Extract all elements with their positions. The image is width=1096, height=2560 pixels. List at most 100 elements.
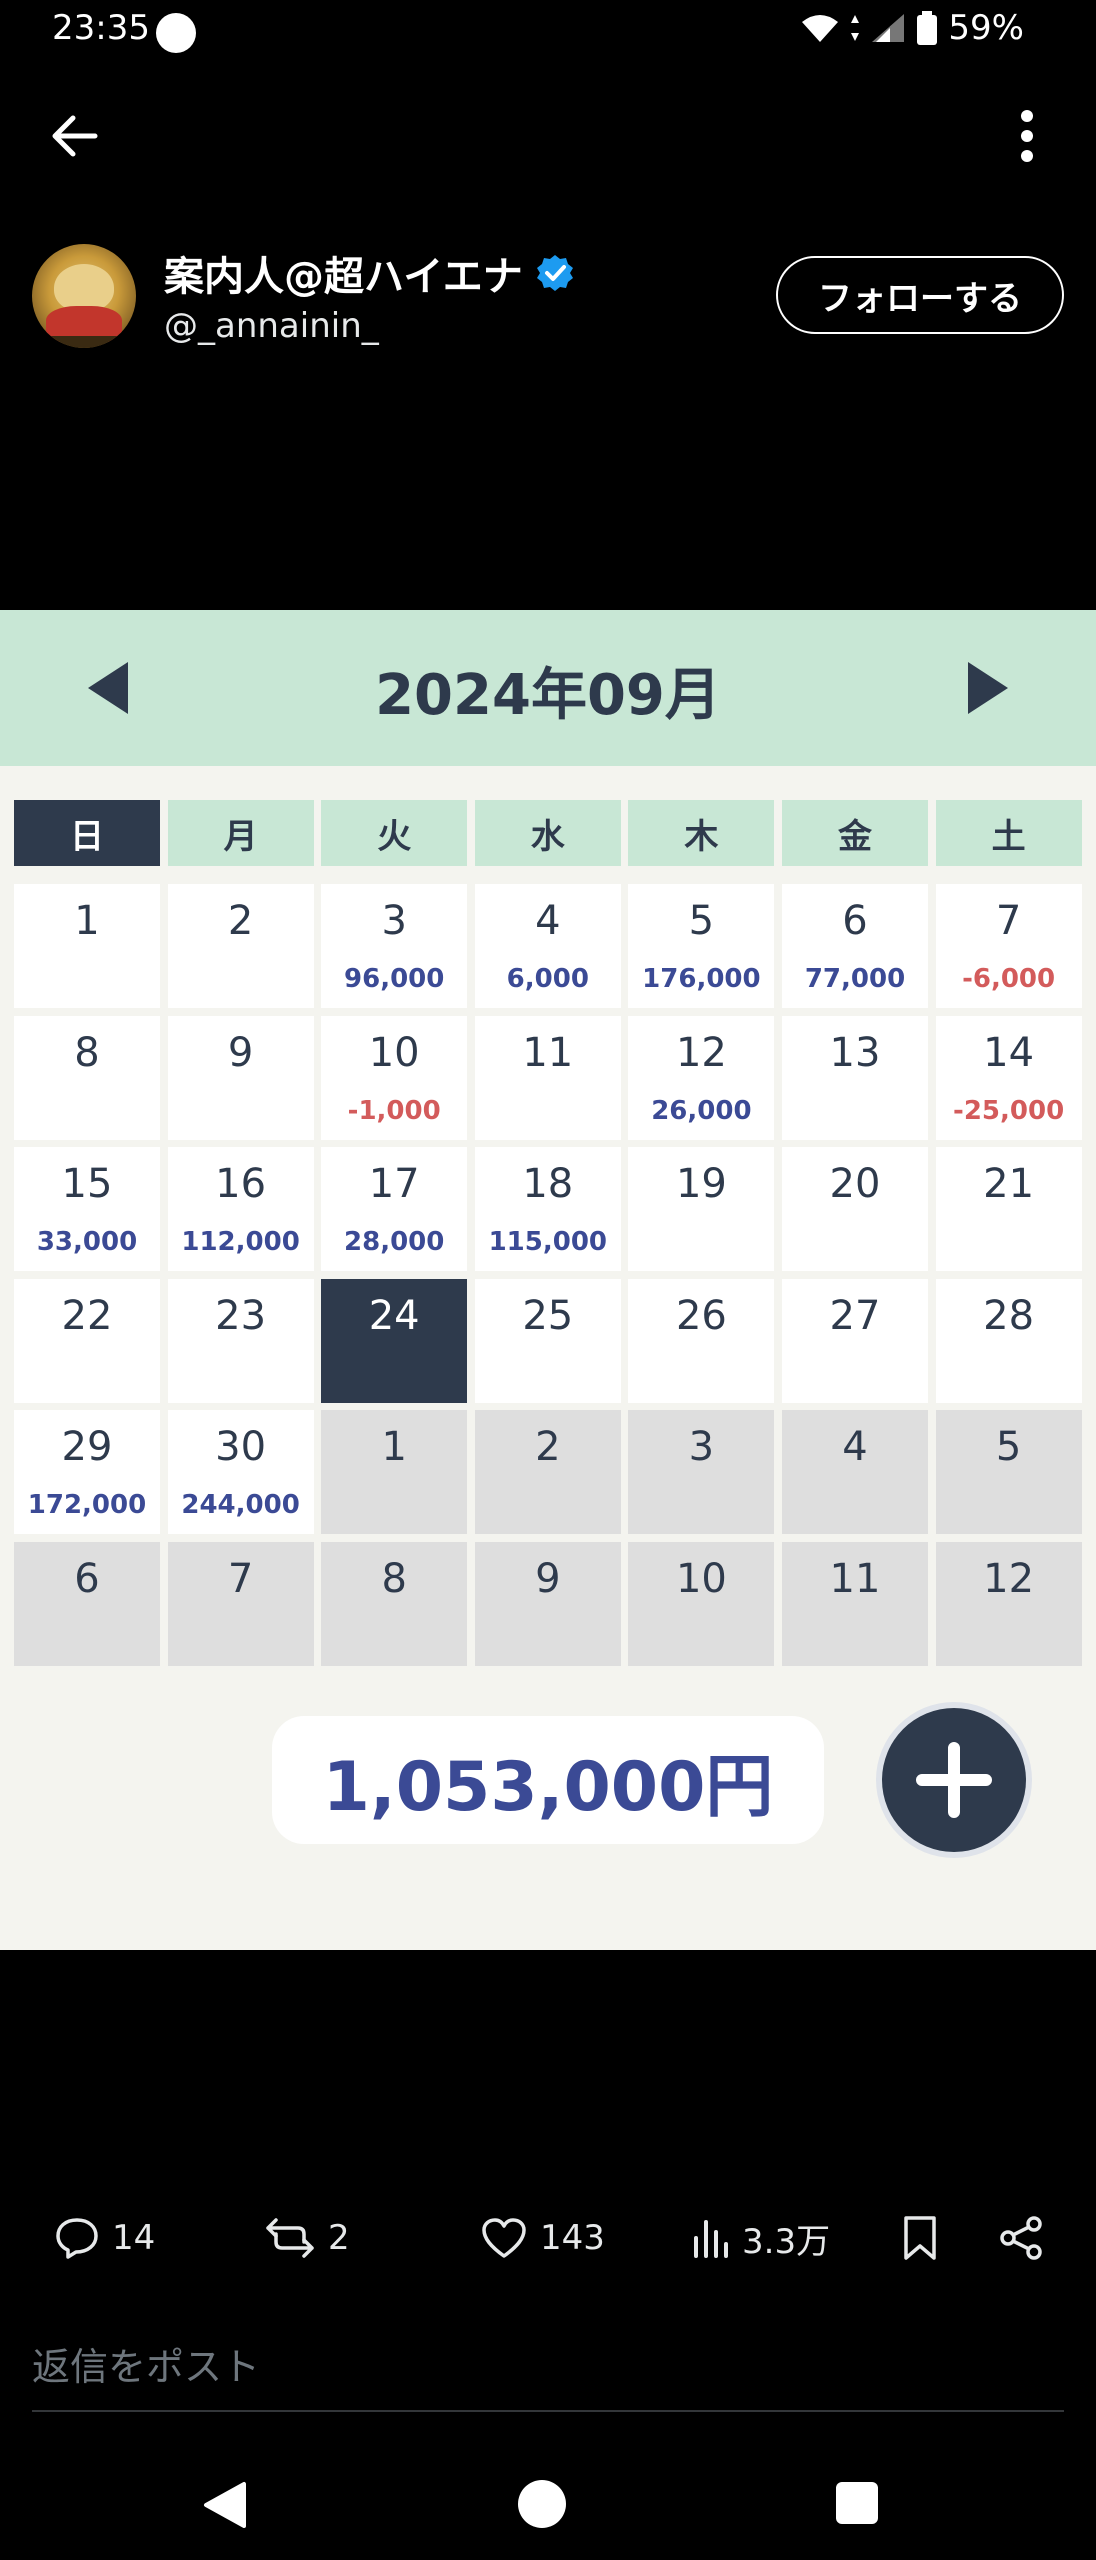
day-amount: -25,000 [953, 1095, 1065, 1126]
day-number: 20 [829, 1161, 881, 1207]
plus-icon [916, 1742, 992, 1818]
calendar-cell: 7 -6,000 [935, 884, 1082, 1008]
reply-button[interactable]: 14 [54, 2200, 155, 2276]
day-number: 15 [61, 1161, 113, 1207]
calendar-cell: 9 [167, 1015, 314, 1140]
repost-button[interactable]: 2 [264, 2200, 350, 2276]
add-entry-icon [882, 1708, 1026, 1852]
day-number: 7 [995, 898, 1022, 944]
back-button[interactable] [44, 108, 104, 164]
calendar-cell: 3 [628, 1410, 775, 1534]
like-count: 143 [540, 2218, 605, 2258]
post-image-calendar[interactable]: 2024年09月 日月火水木金土 1 2 3 96,000 4 6,000 5 176,000… [0, 610, 1096, 1950]
day-amount: 28,000 [344, 1227, 445, 1257]
calendar-cell: 6 77,000 [782, 884, 928, 1008]
calendar-cell: 16 112,000 [167, 1147, 314, 1271]
day-number: 2 [227, 898, 254, 944]
calendar-cell: 10 -1,000 [321, 1015, 468, 1140]
day-amount: 26,000 [651, 1095, 752, 1126]
calendar-cell: 2 [167, 884, 314, 1008]
day-number: 28 [983, 1292, 1035, 1339]
month-title: 2024年09月 [375, 663, 721, 728]
status-bar: 23:35 59% [0, 0, 1096, 62]
day-number: 4 [535, 898, 561, 944]
share-button[interactable] [998, 2200, 1044, 2276]
day-number: 3 [688, 1424, 715, 1470]
bookmark-button[interactable] [900, 2200, 940, 2276]
calendar-cell: 5 [935, 1410, 1082, 1534]
calendar-cell: 5 176,000 [628, 884, 775, 1008]
weekday-3: 水 [474, 800, 621, 866]
day-number: 12 [983, 1555, 1035, 1602]
nav-home-icon[interactable] [518, 2480, 566, 2528]
bar-chart-icon [694, 2220, 728, 2258]
day-number: 19 [675, 1161, 727, 1207]
more-options-button[interactable] [1004, 104, 1050, 168]
view-count: 3.3万 [742, 2221, 831, 2262]
calendar-cell: 6 [14, 1541, 160, 1666]
calendar-cell: 1 [14, 884, 160, 1008]
follow-button[interactable]: フォローする [776, 256, 1064, 334]
day-amount: 112,000 [181, 1227, 300, 1257]
calendar-cell: 12 26,000 [628, 1015, 775, 1140]
day-number: 13 [829, 1029, 881, 1076]
calendar-cell: 21 [935, 1147, 1082, 1271]
share-icon [1000, 2216, 1042, 2260]
day-amount: 244,000 [181, 1490, 300, 1520]
day-number: 10 [675, 1555, 727, 1602]
day-number: 2 [535, 1424, 561, 1470]
signal-icon [872, 14, 905, 42]
weekday-2: 火 [321, 800, 468, 866]
calendar-cell: 13 [782, 1015, 928, 1140]
calendar-cell: 25 [474, 1278, 621, 1403]
day-number: 23 [215, 1292, 267, 1339]
nav-back-icon[interactable] [200, 2480, 248, 2530]
calendar-cell: 27 [782, 1278, 928, 1403]
calendar-cell: 20 [782, 1147, 928, 1271]
calendar-cell: 1 [321, 1410, 468, 1534]
comment-icon [56, 2218, 98, 2259]
calendar-cell: 17 28,000 [321, 1147, 468, 1271]
reply-input[interactable]: 返信をポスト [32, 2336, 260, 2391]
day-number: 6 [74, 1555, 100, 1602]
views-button[interactable]: 3.3万 [690, 2200, 830, 2276]
calendar-cell: 23 [167, 1278, 314, 1403]
avatar[interactable] [32, 244, 136, 348]
post-action-bar: 14 2 143 3.3万 [0, 2200, 1096, 2276]
calendar-cell: 4 [782, 1410, 928, 1534]
weekday-6: 土 [935, 800, 1082, 866]
day-number: 10 [368, 1029, 420, 1076]
day-number: 11 [829, 1555, 881, 1602]
weekday-5: 金 [782, 800, 928, 866]
calendar-cell: 19 [628, 1147, 775, 1271]
calendar-cell: 26 [628, 1278, 775, 1403]
day-number: 9 [535, 1555, 561, 1602]
day-amount: 77,000 [804, 964, 906, 994]
weekday-0: 日 [14, 800, 160, 866]
day-amount: 172,000 [27, 1490, 147, 1520]
calendar-cell-today: 24 [321, 1278, 468, 1403]
calendar-cell: 12 [935, 1541, 1082, 1666]
day-number: 18 [522, 1161, 574, 1207]
nav-recents-icon[interactable] [836, 2482, 878, 2524]
day-number: 11 [522, 1029, 574, 1076]
day-number: 5 [688, 898, 715, 944]
calendar-grid: 1 2 3 96,000 4 6,000 5 176,000 6 77,000 7 -6,000 8 9 1… [14, 884, 1082, 1666]
day-number: 22 [61, 1292, 113, 1339]
like-button[interactable]: 143 [480, 2200, 605, 2276]
calendar-cell: 9 [474, 1541, 621, 1666]
display-name-row[interactable]: 案内人@超ハイエナ [164, 244, 575, 302]
avatar-cat-face [54, 264, 114, 312]
calendar-cell: 3 96,000 [321, 884, 468, 1008]
calendar-cell: 11 [782, 1541, 928, 1666]
calendar-cell: 8 [14, 1015, 160, 1140]
weekday-header-row: 日月火水木金土 [14, 800, 1082, 866]
day-amount: 176,000 [642, 964, 761, 994]
verified-badge-icon [536, 255, 573, 291]
calendar-cell: 28 [935, 1278, 1082, 1403]
system-nav-bar [0, 2460, 1096, 2560]
repost-count: 2 [328, 2218, 350, 2258]
day-number: 24 [368, 1292, 420, 1339]
day-number: 5 [995, 1424, 1022, 1470]
day-number: 16 [215, 1161, 267, 1207]
